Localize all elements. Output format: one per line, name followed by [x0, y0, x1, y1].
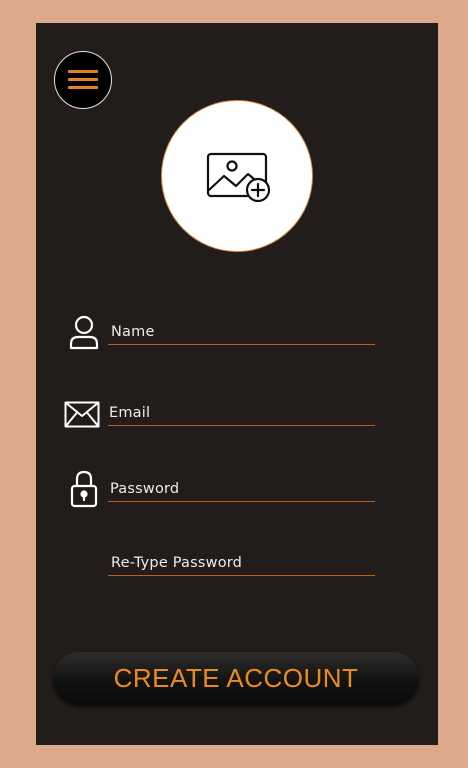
password-placeholder: Password: [110, 481, 180, 497]
password-field[interactable]: Password: [108, 473, 375, 502]
retype-password-placeholder: Re-Type Password: [111, 555, 243, 571]
envelope-icon: [64, 401, 100, 428]
user-icon: [69, 315, 99, 350]
name-field[interactable]: Name: [108, 316, 375, 345]
lock-icon: [70, 470, 98, 508]
email-placeholder: Email: [109, 405, 151, 421]
add-image-icon: [206, 152, 271, 202]
create-account-button[interactable]: CREATE ACCOUNT: [53, 652, 419, 705]
signup-screen: Name Email Password Re-Type Password CRE…: [36, 23, 438, 745]
retype-password-field[interactable]: Re-Type Password: [108, 547, 375, 576]
name-placeholder: Name: [111, 324, 155, 340]
menu-button[interactable]: [54, 51, 112, 109]
profile-photo-upload[interactable]: [161, 100, 313, 252]
email-field[interactable]: Email: [108, 397, 375, 426]
